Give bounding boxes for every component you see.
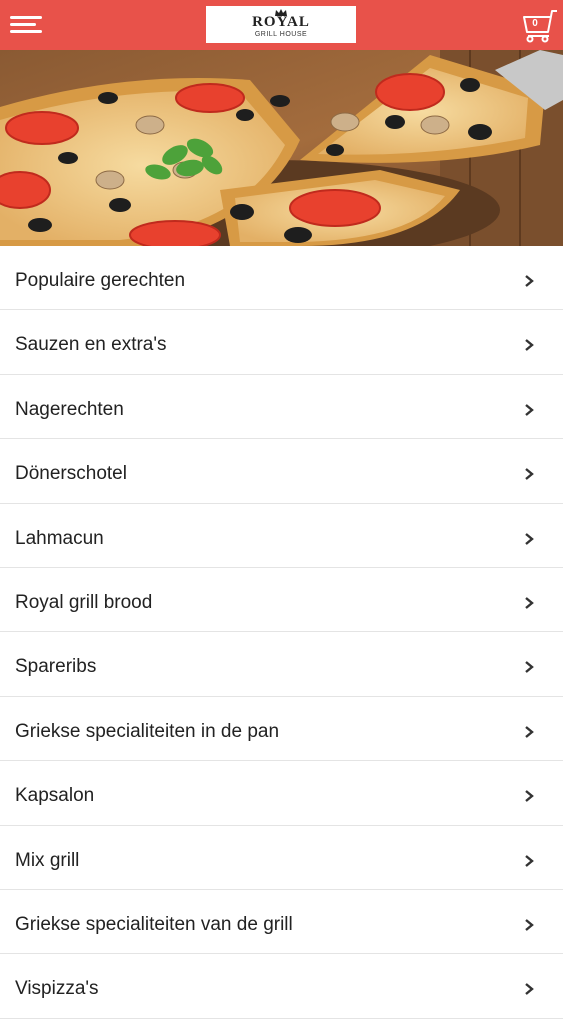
menu-item[interactable]: Griekse specialiteiten in de pan [0,697,563,762]
category-menu: Populaire gerechten Sauzen en extra's Na… [0,246,563,1019]
chevron-right-icon [525,403,534,416]
menu-item[interactable]: Lahmacun [0,504,563,568]
menu-item[interactable]: Nagerechten [0,375,563,440]
menu-item[interactable]: Sauzen en extra's [0,310,563,375]
menu-line [10,16,42,19]
menu-item-label: Griekse specialiteiten van de grill [15,913,293,935]
chevron-right-icon [525,597,534,609]
chevron-right-icon [525,661,534,674]
chevron-right-icon [525,854,534,867]
pizza-illustration [0,50,563,246]
hamburger-menu-icon[interactable] [10,14,42,36]
menu-line [10,30,42,33]
logo-name: ROYAL [252,14,310,30]
menu-item-label: Spareribs [15,656,97,678]
brand-logo[interactable]: ROYAL GRILL HOUSE [206,6,356,43]
shopping-cart-icon[interactable]: 0 [521,8,559,44]
menu-item[interactable]: Dönerschotel [0,439,563,504]
hero-pizza-image [0,50,563,246]
chevron-right-icon [525,532,534,545]
menu-item[interactable]: Kapsalon [0,761,563,826]
chevron-right-icon [525,468,534,481]
chevron-right-icon [525,790,534,803]
menu-item[interactable]: Populaire gerechten [0,246,563,311]
menu-item[interactable]: Griekse specialiteiten van de grill [0,890,563,955]
menu-item-label: Mix grill [15,849,80,871]
chevron-right-icon [525,275,534,287]
menu-item-label: Kapsalon [15,785,95,807]
menu-item-label: Vispizza's [15,978,99,1000]
menu-item-label: Sauzen en extra's [15,334,167,356]
top-bar: ROYAL GRILL HOUSE 0 [0,0,563,50]
menu-item-label: Populaire gerechten [15,270,186,291]
menu-item-label: Royal grill brood [15,591,153,613]
chevron-right-icon [525,725,534,738]
chevron-right-icon [525,983,534,996]
menu-item-label: Dönerschotel [15,463,127,485]
chevron-right-icon [525,918,534,931]
logo-subtitle: GRILL HOUSE [254,31,308,38]
menu-item[interactable]: Vispizza's [0,954,563,1019]
menu-item[interactable]: Royal grill brood [0,568,563,633]
menu-item-label: Griekse specialiteiten in de pan [15,720,280,742]
cart-count-badge: 0 [532,18,538,29]
menu-item-label: Nagerechten [15,398,124,420]
menu-item-label: Lahmacun [15,527,104,549]
menu-item[interactable]: Mix grill [0,826,563,890]
menu-line [10,23,36,26]
chevron-right-icon [525,339,534,352]
menu-item[interactable]: Spareribs [0,632,563,697]
